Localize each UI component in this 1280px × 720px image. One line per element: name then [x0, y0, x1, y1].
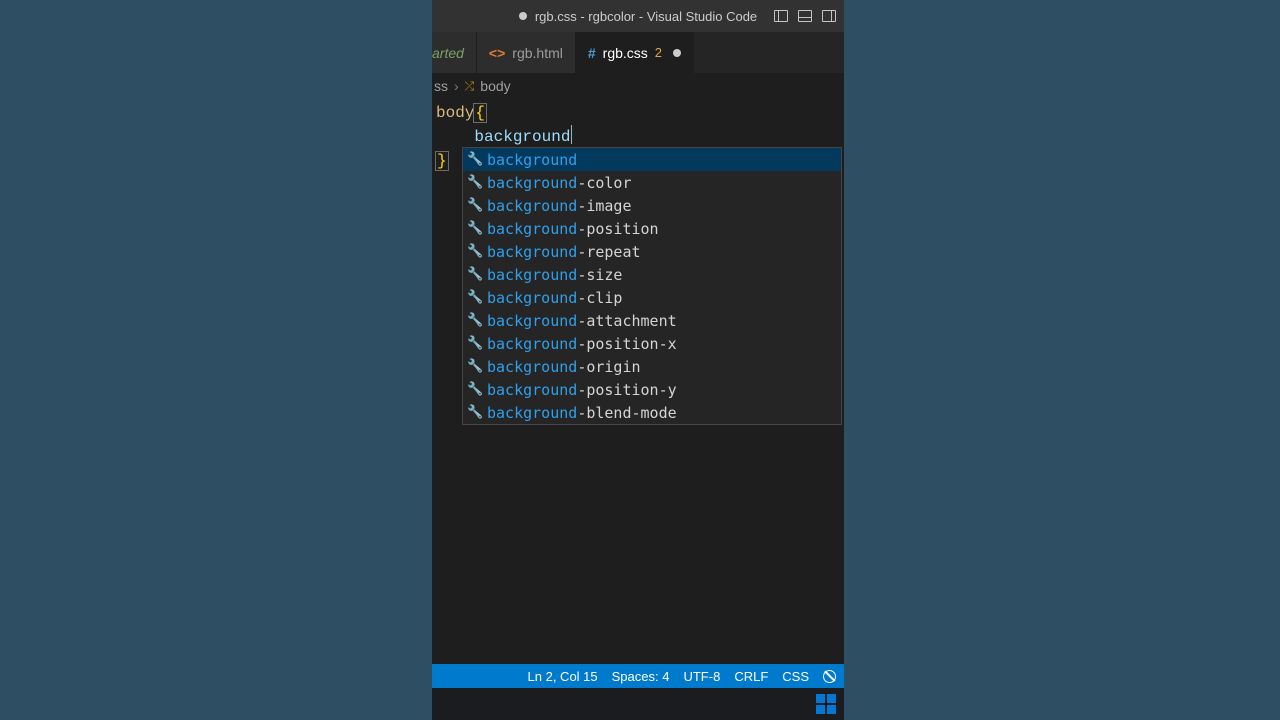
- suggestion-item[interactable]: 🔧 background-size: [463, 263, 841, 286]
- windows-start-icon[interactable]: [816, 694, 836, 714]
- problems-count-badge: 2: [655, 45, 662, 60]
- suggestion-item[interactable]: 🔧 background: [463, 148, 841, 171]
- status-indentation[interactable]: Spaces: 4: [612, 669, 670, 684]
- property-icon: 🔧: [467, 194, 481, 218]
- html-file-icon: <>: [489, 45, 505, 61]
- status-cursor-position[interactable]: Ln 2, Col 15: [528, 669, 598, 684]
- property-icon: 🔧: [467, 171, 481, 195]
- code-line: body{: [436, 101, 844, 125]
- property-icon: 🔧: [467, 240, 481, 264]
- property-icon: 🔧: [467, 309, 481, 333]
- property-icon: 🔧: [467, 217, 481, 241]
- property-icon: 🔧: [467, 148, 481, 172]
- suggestion-item[interactable]: 🔧 background-attachment: [463, 309, 841, 332]
- suggestion-item[interactable]: 🔧 background-blend-mode: [463, 401, 841, 424]
- breadcrumb-file-fragment: ss: [434, 78, 448, 94]
- tab-label: rgb.css: [603, 45, 648, 61]
- toggle-secondary-sidebar-icon[interactable]: [822, 10, 836, 22]
- suggestion-item[interactable]: 🔧 background-image: [463, 194, 841, 217]
- dirty-indicator-icon: [519, 12, 527, 20]
- breadcrumb[interactable]: ss › ⤮ body: [432, 73, 844, 99]
- text-cursor: [571, 125, 572, 144]
- property-icon: 🔧: [467, 286, 481, 310]
- tab-rgb-css[interactable]: # rgb.css 2: [576, 32, 694, 73]
- intellisense-widget[interactable]: 🔧 background 🔧 background-color 🔧 backgr…: [462, 147, 842, 425]
- property-icon: 🔧: [467, 355, 481, 379]
- suggestion-item[interactable]: 🔧 background-position: [463, 217, 841, 240]
- window-title: rgb.css - rgbcolor - Visual Studio Code: [535, 9, 757, 24]
- property-icon: 🔧: [467, 263, 481, 287]
- layout-controls: [774, 0, 836, 32]
- tab-label: rgb.html: [512, 45, 563, 61]
- windows-taskbar: [432, 688, 844, 720]
- status-eol[interactable]: CRLF: [734, 669, 768, 684]
- no-notifications-icon[interactable]: [823, 670, 836, 683]
- suggestion-item[interactable]: 🔧 background-clip: [463, 286, 841, 309]
- suggestion-item[interactable]: 🔧 background-color: [463, 171, 841, 194]
- status-bar: Ln 2, Col 15 Spaces: 4 UTF-8 CRLF CSS: [432, 664, 844, 688]
- tab-label: arted: [432, 45, 464, 61]
- toggle-panel-icon[interactable]: [798, 10, 812, 22]
- toggle-primary-sidebar-icon[interactable]: [774, 10, 788, 22]
- suggestion-item[interactable]: 🔧 background-position-x: [463, 332, 841, 355]
- dirty-indicator-icon: [673, 49, 681, 57]
- property-icon: 🔧: [467, 332, 481, 356]
- titlebar: rgb.css - rgbcolor - Visual Studio Code: [432, 0, 844, 32]
- css-file-icon: #: [588, 45, 596, 61]
- status-language[interactable]: CSS: [782, 669, 809, 684]
- property-icon: 🔧: [467, 401, 481, 425]
- vscode-window: rgb.css - rgbcolor - Visual Studio Code …: [432, 0, 844, 720]
- suggestion-item[interactable]: 🔧 background-repeat: [463, 240, 841, 263]
- suggestion-item[interactable]: 🔧 background-origin: [463, 355, 841, 378]
- status-encoding[interactable]: UTF-8: [683, 669, 720, 684]
- tab-rgb-html[interactable]: <> rgb.html: [477, 32, 576, 73]
- suggestion-item[interactable]: 🔧 background-position-y: [463, 378, 841, 401]
- tab-bar: arted <> rgb.html # rgb.css 2: [432, 32, 844, 73]
- breadcrumb-symbol: body: [480, 78, 510, 94]
- tab-get-started[interactable]: arted: [432, 32, 477, 73]
- editor[interactable]: body{ background } 🔧 background 🔧 backgr…: [432, 99, 844, 664]
- code-line: background: [436, 125, 844, 149]
- chevron-right-icon: ›: [454, 78, 459, 94]
- symbol-class-icon: ⤮: [465, 79, 475, 94]
- property-icon: 🔧: [467, 378, 481, 402]
